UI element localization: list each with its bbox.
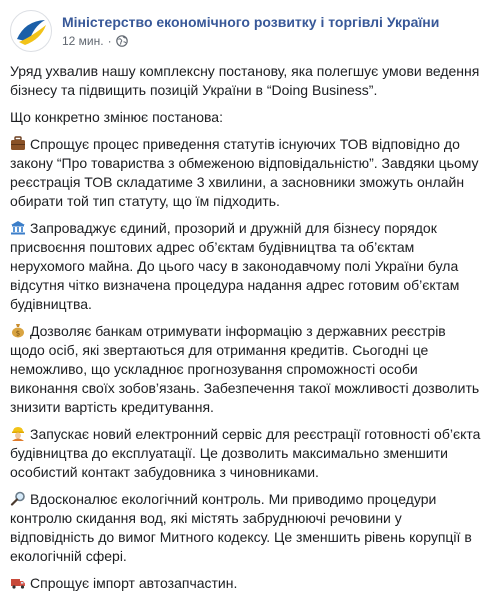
- svg-text:$: $: [16, 330, 20, 338]
- post-subheading: Що конкретно змінює постанова:: [10, 109, 223, 125]
- page-name-link[interactable]: Міністерство економічного розвитку і тор…: [62, 14, 439, 30]
- page-avatar[interactable]: [10, 10, 52, 52]
- magnifying-glass-icon: [10, 491, 26, 506]
- point-text: Запускає новий електронний сервіс для ре…: [10, 426, 481, 480]
- post-meta: 12 мин. ·: [62, 34, 128, 50]
- post-point: Спрощує процес приведення статутів існую…: [10, 135, 482, 211]
- post-body: Уряд ухвалив нашу комплексну постанову, …: [10, 62, 482, 601]
- point-text: Дозволяє банкам отримувати інформацію з …: [10, 323, 480, 415]
- post-point: $ Дозволяє банкам отримувати інформацію з…: [10, 322, 482, 417]
- point-text: Вдосконалює екологічний контроль. Ми при…: [10, 491, 472, 564]
- bank-building-icon: [10, 220, 26, 235]
- post-point: Запускає новий електронний сервіс для ре…: [10, 425, 482, 482]
- point-text: Спрощує імпорт автозапчастин.: [30, 575, 238, 591]
- point-text: Спрощує процес приведення статутів існую…: [10, 136, 479, 209]
- post-timestamp[interactable]: 12 мин.: [62, 34, 104, 48]
- post-point: Запроваджує єдиний, прозорий и дружній д…: [10, 219, 482, 314]
- globe-icon[interactable]: [115, 35, 128, 50]
- money-bag-icon: $: [10, 323, 26, 338]
- post-intro: Уряд ухвалив нашу комплексну постанову, …: [10, 63, 480, 98]
- briefcase-icon: [10, 136, 26, 151]
- facebook-post: Міністерство економічного розвитку і тор…: [0, 0, 492, 591]
- truck-icon: [10, 575, 26, 590]
- meta-separator: ·: [107, 34, 112, 48]
- post-header: Міністерство економічного розвитку і тор…: [10, 10, 482, 54]
- construction-worker-icon: [10, 426, 26, 441]
- post-point: Вдосконалює екологічний контроль. Ми при…: [10, 490, 482, 566]
- point-text: Запроваджує єдиний, прозорий и дружній д…: [10, 220, 460, 312]
